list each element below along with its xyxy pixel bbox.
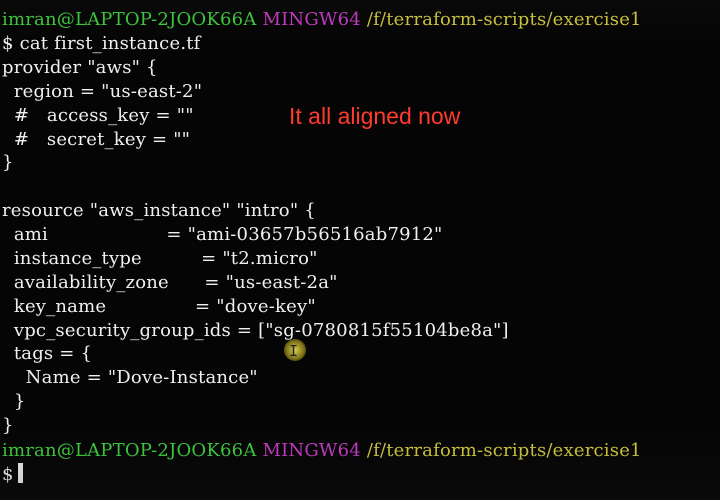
code-line: region = "us-east-2" bbox=[2, 81, 203, 102]
prompt-path: /f/terraform-scripts/exercise1 bbox=[366, 440, 642, 461]
code-line: ami = "ami-03657b56516ab7912" bbox=[2, 224, 443, 245]
code-line: # secret_key = "" bbox=[2, 129, 191, 150]
code-line: vpc_security_group_ids = ["sg-0780815f55… bbox=[2, 320, 509, 341]
code-line: resource "aws_instance" "intro" { bbox=[2, 200, 316, 221]
prompt-path: /f/terraform-scripts/exercise1 bbox=[366, 9, 642, 30]
code-line: # access_key = "" bbox=[2, 105, 194, 126]
command-line: $ cat first_instance.tf bbox=[2, 33, 201, 54]
code-line: Name = "Dove-Instance" bbox=[2, 367, 258, 388]
prompt-system: MINGW64 bbox=[262, 9, 361, 30]
annotation-note: It all aligned now bbox=[289, 103, 461, 129]
code-line: key_name = "dove-key" bbox=[2, 296, 316, 317]
prompt-system: MINGW64 bbox=[262, 440, 361, 461]
terminal-window[interactable]: imran@LAPTOP-2JOOK66A MINGW64 /f/terrafo… bbox=[0, 0, 720, 500]
code-line: } bbox=[2, 391, 26, 412]
code-line: tags = { bbox=[2, 343, 93, 364]
prompt-line-1: imran@LAPTOP-2JOOK66A MINGW64 /f/terrafo… bbox=[2, 8, 642, 32]
code-line: availability_zone = "us-east-2a" bbox=[2, 272, 338, 293]
code-line: } bbox=[2, 415, 14, 436]
code-line: instance_type = "t2.micro" bbox=[2, 248, 318, 269]
prompt-user-host: imran@LAPTOP-2JOOK66A bbox=[2, 9, 257, 30]
prompt-user-host: imran@LAPTOP-2JOOK66A bbox=[2, 440, 257, 461]
input-line[interactable]: $ bbox=[2, 463, 23, 487]
code-line: provider "aws" { bbox=[2, 57, 158, 78]
code-line: } bbox=[2, 152, 14, 173]
prompt-line-2: imran@LAPTOP-2JOOK66A MINGW64 /f/terrafo… bbox=[2, 439, 642, 463]
text-cursor bbox=[17, 463, 23, 483]
input-prompt: $ bbox=[2, 464, 14, 485]
ibeam-cursor-icon: I bbox=[289, 342, 299, 360]
